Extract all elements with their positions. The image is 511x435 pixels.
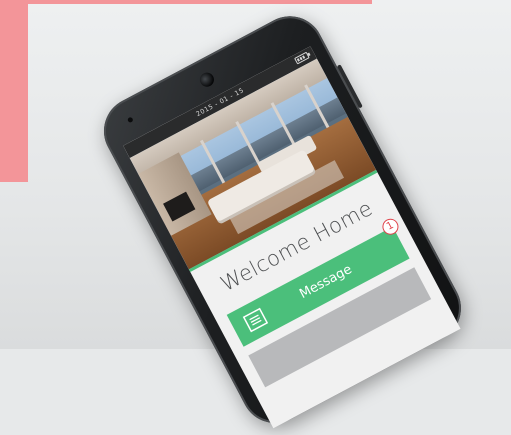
pink-frame-top	[0, 0, 372, 4]
pink-frame-left	[0, 0, 28, 182]
sensor-dot	[126, 116, 134, 124]
front-camera	[197, 70, 217, 90]
